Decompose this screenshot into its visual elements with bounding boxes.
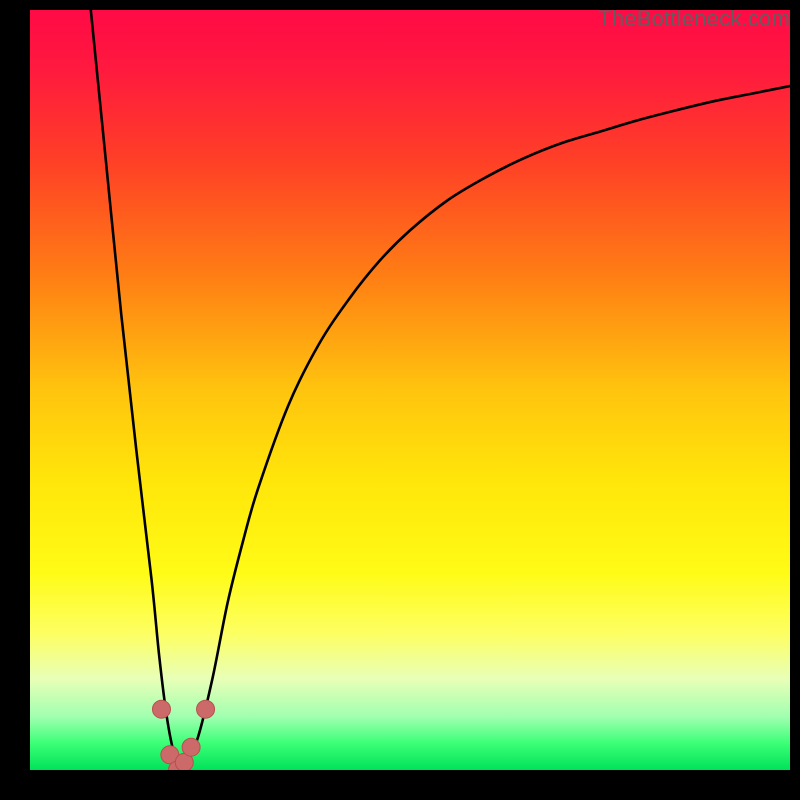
data-marker bbox=[152, 700, 170, 718]
watermark-text: TheBottleneck.com bbox=[598, 6, 790, 32]
bottleneck-chart bbox=[30, 10, 790, 770]
data-marker bbox=[197, 700, 215, 718]
chart-frame bbox=[30, 10, 790, 770]
gradient-background bbox=[30, 10, 790, 770]
data-marker bbox=[182, 738, 200, 756]
